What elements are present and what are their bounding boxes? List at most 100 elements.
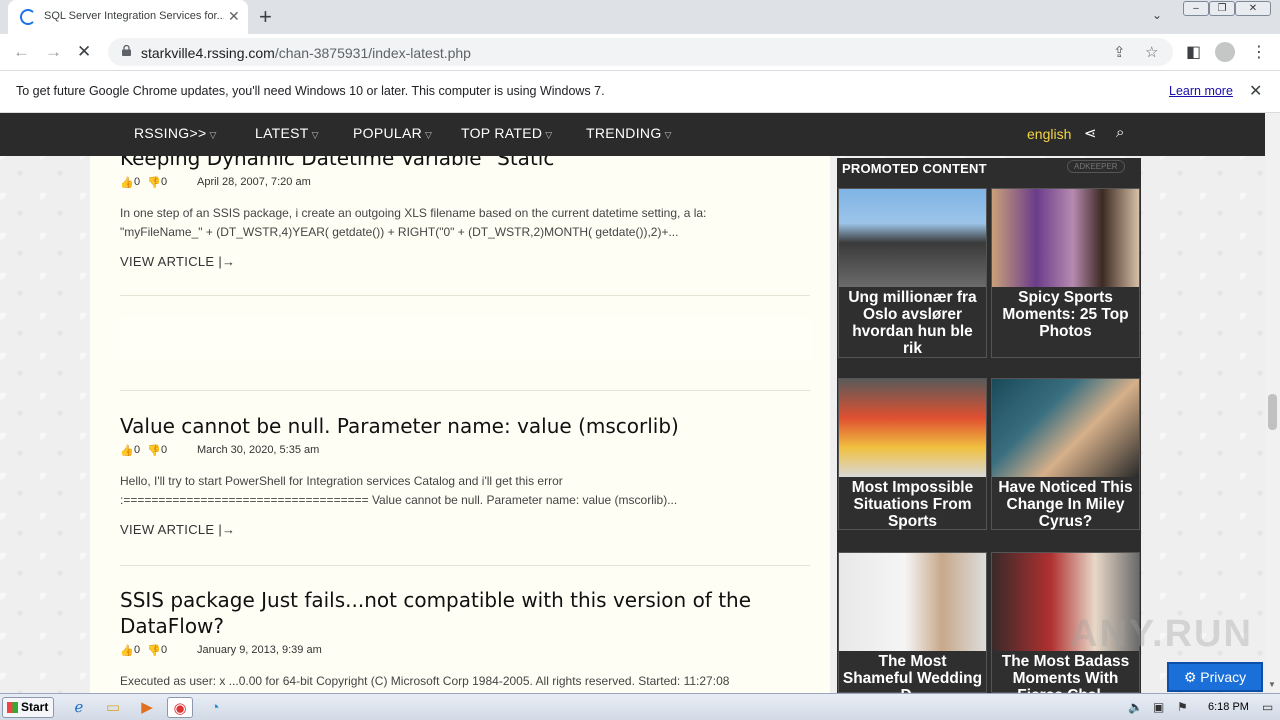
nav-top-rated[interactable]: TOP RATED ▽ — [461, 125, 553, 141]
dislike-icon[interactable]: 👎 — [147, 176, 161, 189]
media-player-icon[interactable]: ▶ — [136, 697, 158, 718]
promo-card[interactable]: Most Impossible Situations From Sports — [838, 378, 987, 530]
windows-taskbar: Start ℯ ▭ ▶ ◉ ◔ 🔈 ▣ ⚑ 6:18 PM ▭ — [0, 693, 1280, 720]
nav-latest[interactable]: LATEST ▽ — [255, 125, 319, 141]
browser-tabstrip: SQL Server Integration Services for... ✕… — [0, 0, 1280, 34]
promo-card[interactable]: Have Noticed This Change In Miley Cyrus? — [991, 378, 1140, 530]
share-icon[interactable]: ⇪ — [1113, 43, 1126, 61]
browser-toolbar: ← → ✕ starkville4.rssing.com/chan-387593… — [0, 34, 1280, 71]
loading-spinner-icon — [20, 9, 36, 25]
like-count: 0 — [134, 444, 141, 456]
nav-popular[interactable]: POPULAR ▽ — [353, 125, 432, 141]
article-date: March 30, 2020, 5:35 am — [197, 444, 320, 456]
article-excerpt: Executed as user: x ...0.00 for 64-bit C… — [120, 674, 730, 688]
article-excerpt: In one step of an SSIS package, i create… — [120, 206, 707, 239]
dislike-count: 0 — [161, 176, 168, 188]
arrow-right-icon: |→ — [218, 254, 236, 269]
article-meta: 👍 0 👎 0 January 9, 2013, 9:39 am — [120, 644, 810, 660]
promo-image — [839, 379, 986, 477]
browser-tab[interactable]: SQL Server Integration Services for... ✕ — [8, 0, 248, 34]
article-excerpt: Hello, I'll try to start PowerShell for … — [120, 474, 678, 507]
profile-avatar[interactable] — [1215, 42, 1235, 62]
view-article-link[interactable]: VIEW ARTICLE |→ — [120, 522, 810, 537]
show-desktop-button[interactable]: ▭ — [1262, 700, 1273, 714]
dislike-icon[interactable]: 👎 — [147, 444, 161, 457]
address-bar[interactable]: starkville4.rssing.com/chan-3875931/inde… — [108, 38, 1173, 66]
promo-image — [992, 379, 1139, 477]
like-icon[interactable]: 👍 — [120, 176, 134, 189]
search-icon[interactable]: ⌕ — [1116, 124, 1124, 141]
scrollbar-thumb[interactable] — [1268, 394, 1277, 430]
nav-trending[interactable]: TRENDING ▽ — [586, 125, 672, 141]
dislike-count: 0 — [161, 644, 168, 656]
dislike-count: 0 — [161, 444, 168, 456]
bookmark-star-icon[interactable]: ☆ — [1145, 43, 1158, 61]
dislike-icon[interactable]: 👎 — [147, 644, 161, 657]
windows-logo-icon — [7, 702, 18, 713]
url-text: starkville4.rssing.com/chan-3875931/inde… — [141, 45, 471, 61]
scroll-down-icon[interactable]: ▼ — [1268, 680, 1276, 689]
gear-icon: ⚙ — [1183, 669, 1197, 685]
divider — [120, 565, 810, 566]
article-title[interactable]: SSIS package Just fails...not compatible… — [120, 587, 810, 639]
article-meta: 👍 0 👎 0 March 30, 2020, 5:35 am — [120, 444, 810, 460]
promo-card[interactable]: The Most Shameful Wedding D... — [838, 552, 987, 693]
minimize-button[interactable]: – — [1183, 1, 1209, 16]
view-article-link[interactable]: VIEW ARTICLE |→ — [120, 254, 810, 269]
learn-more-link[interactable]: Learn more — [1169, 84, 1233, 98]
watermark-logo: ANY.RUN — [1070, 613, 1253, 655]
article-title[interactable]: Value cannot be null. Parameter name: va… — [120, 413, 810, 439]
web-page: RSSING>> ▽ LATEST ▽ POPULAR ▽ TOP RATED ▽ TR… — [0, 113, 1265, 693]
nav-rssing[interactable]: RSSING>> ▽ — [134, 125, 217, 141]
divider — [120, 390, 810, 391]
like-icon[interactable]: 👍 — [120, 644, 134, 657]
promo-card[interactable]: Ung millionær fra Oslo avslører hvordan … — [838, 188, 987, 358]
adkeeper-logo[interactable]: ADKEEPER — [1067, 160, 1125, 173]
network-icon[interactable]: ▣ — [1153, 700, 1164, 714]
file-explorer-icon[interactable]: ▭ — [102, 697, 124, 718]
promo-caption: The Most Badass Moments With Fierce Chal… — [1001, 653, 1130, 693]
restore-button[interactable]: ❐ — [1209, 1, 1235, 16]
share-icon[interactable]: ⋖ — [1084, 124, 1097, 142]
edge-icon[interactable]: ◔ — [204, 697, 226, 718]
infobar-close-icon[interactable]: ✕ — [1249, 81, 1262, 101]
action-center-flag-icon[interactable]: ⚑ — [1177, 700, 1188, 714]
like-count: 0 — [134, 176, 141, 188]
volume-icon[interactable]: 🔈 — [1128, 700, 1143, 714]
back-icon[interactable]: ← — [13, 42, 30, 62]
promoted-title: PROMOTED CONTENT — [842, 161, 987, 176]
promo-card[interactable]: Spicy Sports Moments: 25 Top Photos — [991, 188, 1140, 358]
internet-explorer-icon[interactable]: ℯ — [68, 697, 90, 718]
forward-icon[interactable]: → — [45, 42, 62, 62]
article-item: Value cannot be null. Parameter name: va… — [120, 413, 810, 537]
promo-image — [839, 553, 986, 651]
tab-close-icon[interactable]: ✕ — [228, 8, 240, 25]
article-date: January 9, 2013, 9:39 am — [197, 644, 322, 656]
promo-image — [992, 189, 1139, 287]
new-tab-button[interactable]: + — [259, 4, 272, 30]
promo-caption: Most Impossible Situations From Sports — [851, 479, 974, 530]
chrome-icon[interactable]: ◉ — [167, 697, 193, 718]
site-navigation: RSSING>> ▽ LATEST ▽ POPULAR ▽ TOP RATED ▽ TR… — [0, 113, 1265, 156]
language-selector[interactable]: english — [1027, 126, 1071, 142]
side-panel-icon[interactable]: ◧ — [1186, 42, 1201, 62]
update-infobar: To get future Google Chrome updates, you… — [0, 71, 1280, 113]
article-list: Keeping Dynamic Datetime Variable "Stati… — [90, 113, 830, 693]
start-button[interactable]: Start — [2, 697, 54, 718]
article-date: April 28, 2007, 7:20 am — [197, 176, 311, 188]
infobar-message: To get future Google Chrome updates, you… — [16, 84, 605, 98]
article-meta: 👍 0 👎 0 April 28, 2007, 7:20 am — [120, 176, 810, 192]
arrow-right-icon: |→ — [218, 522, 236, 537]
stop-loading-icon[interactable]: ✕ — [77, 42, 91, 62]
window-close-button[interactable]: ✕ — [1235, 1, 1271, 16]
promo-caption: Have Noticed This Change In Miley Cyrus? — [998, 479, 1133, 530]
taskbar-clock[interactable]: 6:18 PM — [1208, 701, 1249, 713]
like-icon[interactable]: 👍 — [120, 444, 134, 457]
divider — [120, 295, 810, 296]
privacy-button[interactable]: ⚙ Privacy — [1167, 662, 1263, 692]
tab-title: SQL Server Integration Services for... — [44, 10, 224, 22]
page-scrollbar[interactable]: ▼ — [1265, 113, 1280, 693]
menu-kebab-icon[interactable]: ⋮ — [1251, 42, 1267, 62]
promo-image — [839, 189, 986, 287]
tab-search-icon[interactable]: ⌄ — [1152, 8, 1162, 22]
